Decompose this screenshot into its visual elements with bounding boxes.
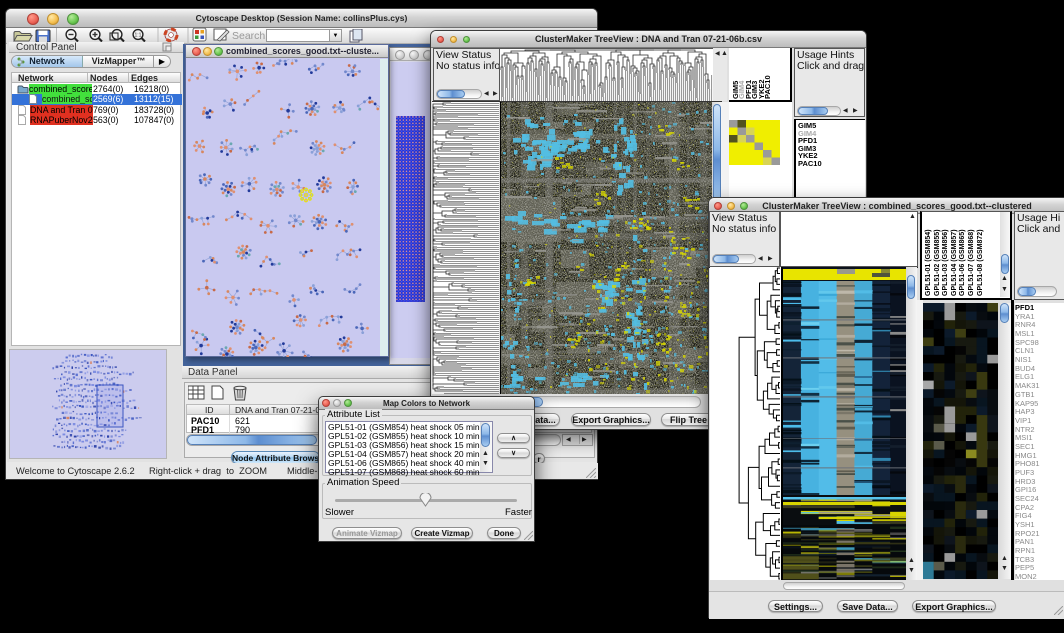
svg-text:1:1: 1:1	[135, 33, 142, 39]
